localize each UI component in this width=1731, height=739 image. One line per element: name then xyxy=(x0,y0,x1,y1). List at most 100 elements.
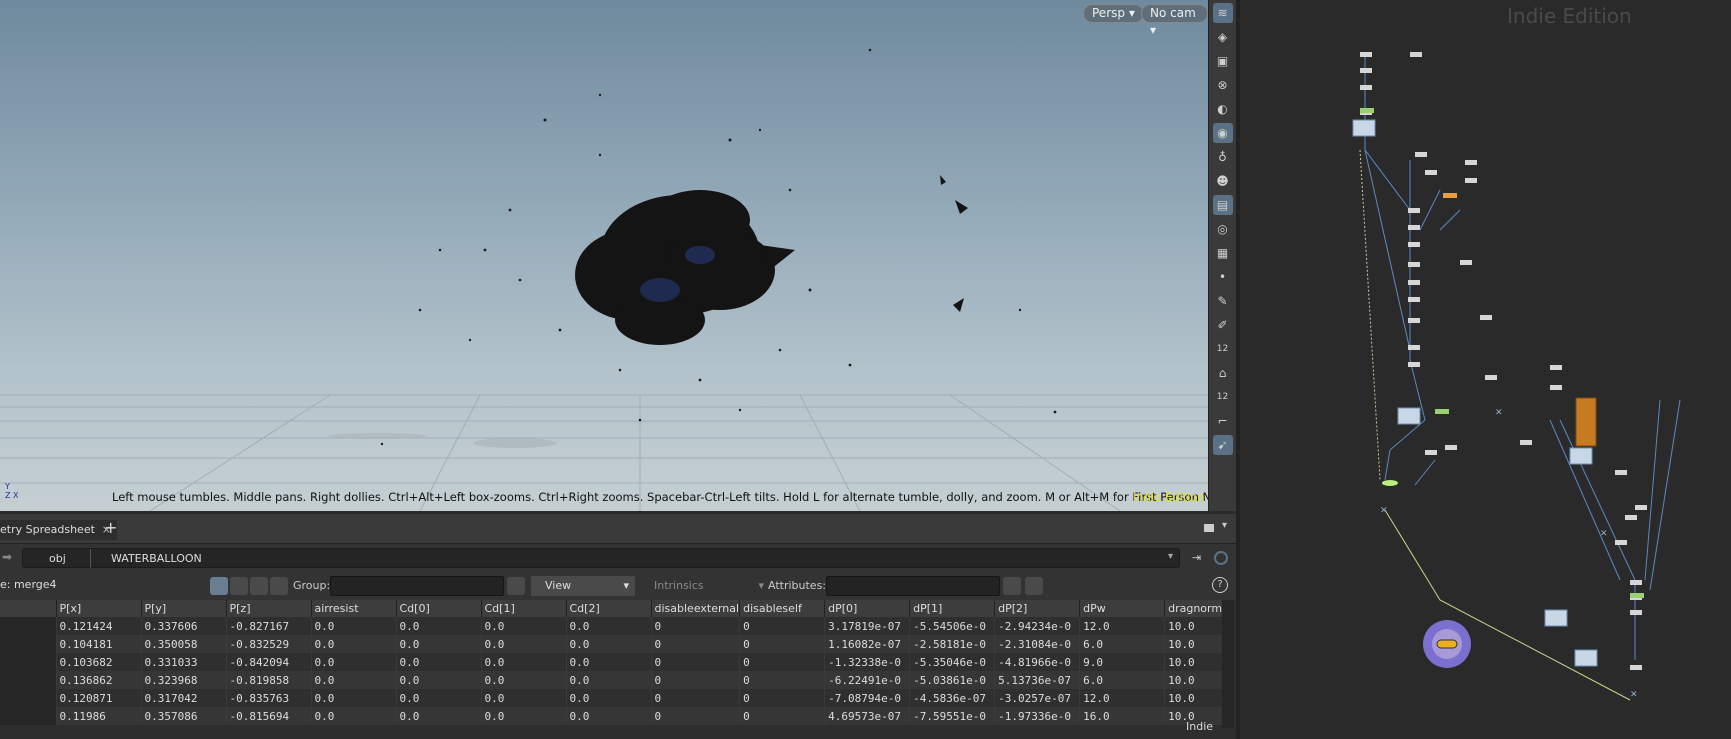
add-tab-button[interactable]: + xyxy=(104,518,117,537)
table-cell[interactable]: 6.0 xyxy=(1079,635,1166,653)
table-cell[interactable]: 0 xyxy=(651,671,741,689)
table-cell[interactable]: 0.0 xyxy=(481,653,567,671)
table-cell[interactable]: 0.0 xyxy=(566,617,652,635)
table-cell[interactable]: 0.0 xyxy=(396,635,482,653)
column-header[interactable]: dP[1] xyxy=(909,600,996,617)
column-header[interactable]: disableself xyxy=(739,600,826,617)
row-index-cell[interactable] xyxy=(0,707,57,725)
network-editor[interactable]: Indie Edition ✕ ✕ ✕ ✕ xyxy=(1236,0,1731,739)
table-cell[interactable]: 10.0 xyxy=(1164,617,1230,635)
lock-icon[interactable]: ▣ xyxy=(1213,51,1233,71)
table-cell[interactable]: 0.0 xyxy=(311,635,397,653)
maximize-icon[interactable] xyxy=(1204,524,1214,532)
table-cell[interactable]: 0.0 xyxy=(481,671,567,689)
table-cell[interactable]: 0.337606 xyxy=(141,617,227,635)
display-options-icon[interactable]: ≋ xyxy=(1212,3,1233,23)
column-header[interactable]: Cd[1] xyxy=(481,600,567,617)
table-cell[interactable]: -5.54506e-0 xyxy=(909,617,996,635)
path-dropdown-icon[interactable]: ▾ xyxy=(1168,551,1173,562)
table-cell[interactable]: 5.13736e-07 xyxy=(994,671,1081,689)
table-cell[interactable]: 0.0 xyxy=(396,653,482,671)
camera-mode-button[interactable]: Persp ▾ xyxy=(1083,4,1144,23)
table-cell[interactable]: 6.0 xyxy=(1079,671,1166,689)
table-row[interactable]: 0.121424 0.337606 -0.827167 0.0 0.0 0.0 0.0 0 0 3… xyxy=(0,617,1230,635)
column-header[interactable]: dP[0] xyxy=(824,600,911,617)
table-cell[interactable]: 0.0 xyxy=(481,635,567,653)
table-cell[interactable]: -2.94234e-0 xyxy=(994,617,1081,635)
table-cell[interactable]: 0 xyxy=(651,707,741,725)
table-cell[interactable]: 0 xyxy=(739,707,826,725)
table-cell[interactable]: 0 xyxy=(739,689,826,707)
column-header[interactable]: P[y] xyxy=(141,600,227,617)
table-cell[interactable]: 10.0 xyxy=(1164,653,1230,671)
table-cell[interactable]: 1.16082e-07 xyxy=(824,635,911,653)
table-cell[interactable]: -0.835763 xyxy=(226,689,312,707)
table-cell[interactable]: -2.31084e-0 xyxy=(994,635,1081,653)
view-menu[interactable]: View ▾ xyxy=(531,576,635,596)
table-cell[interactable]: 0.0 xyxy=(481,707,567,725)
column-header[interactable]: Cd[0] xyxy=(396,600,482,617)
table-cell[interactable]: 0 xyxy=(739,635,826,653)
row-index-cell[interactable] xyxy=(0,653,57,671)
table-cell[interactable]: -0.832529 xyxy=(226,635,312,653)
primitives-mode-icon[interactable] xyxy=(250,577,268,595)
link-icon[interactable] xyxy=(1214,551,1228,565)
row-index-cell[interactable] xyxy=(0,689,57,707)
attributes-field[interactable] xyxy=(826,576,1000,596)
column-header[interactable]: dP[2] xyxy=(994,600,1081,617)
brush-icon[interactable]: ✎ xyxy=(1213,291,1233,311)
table-cell[interactable]: 16.0 xyxy=(1079,707,1166,725)
table-cell[interactable]: 0.0 xyxy=(566,635,652,653)
table-cell[interactable]: -5.03861e-0 xyxy=(909,671,996,689)
attributes-filter-icon[interactable] xyxy=(1003,577,1021,595)
pane-menu-icon[interactable]: ▾ xyxy=(1222,520,1227,531)
pen-icon[interactable]: ✐ xyxy=(1213,315,1233,335)
table-cell[interactable]: -1.97336e-0 xyxy=(994,707,1081,725)
table-cell[interactable]: -0.815694 xyxy=(226,707,312,725)
pin-icon[interactable]: ⇥ xyxy=(1192,551,1208,565)
table-cell[interactable]: 0.136862 xyxy=(56,671,142,689)
table-cell[interactable]: 4.69573e-07 xyxy=(824,707,911,725)
column-header[interactable]: dragnorma xyxy=(1164,600,1230,617)
table-row[interactable]: 0.136862 0.323968 -0.819858 0.0 0.0 0.0 0.0 0 0-… xyxy=(0,671,1230,689)
tab-geometry-spreadsheet[interactable]: etry Spreadsheet × xyxy=(0,520,117,540)
table-cell[interactable]: 0.323968 xyxy=(141,671,227,689)
table-row[interactable]: 0.11986 0.357086 -0.815694 0.0 0.0 0.0 0.0 0 0 4.… xyxy=(0,707,1230,725)
table-cell[interactable]: 0.0 xyxy=(311,617,397,635)
table-cell[interactable]: -1.32338e-0 xyxy=(824,653,911,671)
camera-icon[interactable]: ▤ xyxy=(1212,195,1233,215)
table-cell[interactable]: 0.0 xyxy=(311,689,397,707)
table-cell[interactable]: 0.0 xyxy=(311,653,397,671)
table-cell[interactable]: -0.819858 xyxy=(226,671,312,689)
points-mode-icon[interactable] xyxy=(210,577,228,595)
vertices-mode-icon[interactable] xyxy=(230,577,248,595)
table-cell[interactable]: 0.0 xyxy=(311,671,397,689)
table-cell[interactable]: 0.0 xyxy=(566,689,652,707)
table-cell[interactable]: -2.58181e-0 xyxy=(909,635,996,653)
table-cell[interactable]: 0 xyxy=(739,617,826,635)
column-header[interactable]: P[z] xyxy=(226,600,312,617)
table-cell[interactable]: 0 xyxy=(651,617,741,635)
table-cell[interactable]: 0.0 xyxy=(566,671,652,689)
camera-menu-button[interactable]: No cam ▾ xyxy=(1141,4,1208,37)
table-cell[interactable]: 0 xyxy=(739,653,826,671)
table-cell[interactable]: -6.22491e-0 xyxy=(824,671,911,689)
table-cell[interactable]: 10.0 xyxy=(1164,671,1230,689)
table-cell[interactable]: 0.357086 xyxy=(141,707,227,725)
point-icon[interactable]: • xyxy=(1213,267,1233,287)
table-scrollbar[interactable] xyxy=(1222,600,1234,728)
table-cell[interactable]: 9.0 xyxy=(1079,653,1166,671)
column-header[interactable]: disableexternal xyxy=(651,600,741,617)
snap-icon[interactable]: ◈ xyxy=(1213,27,1233,47)
table-cell[interactable]: -7.59551e-0 xyxy=(909,707,996,725)
table-cell[interactable]: -0.827167 xyxy=(226,617,312,635)
table-cell[interactable]: 0.11986 xyxy=(56,707,142,725)
table-cell[interactable]: -4.81966e-0 xyxy=(994,653,1081,671)
table-cell[interactable]: -0.842094 xyxy=(226,653,312,671)
attribute-table[interactable]: P[x] P[y] P[z] airresist Cd[0] Cd[1] Cd[… xyxy=(0,600,1230,725)
table-cell[interactable]: 0.331033 xyxy=(141,653,227,671)
table-cell[interactable]: -7.08794e-0 xyxy=(824,689,911,707)
table-cell[interactable]: 0.104181 xyxy=(56,635,142,653)
select-icon[interactable]: ➹ xyxy=(1212,435,1233,455)
table-cell[interactable]: 0 xyxy=(651,653,741,671)
